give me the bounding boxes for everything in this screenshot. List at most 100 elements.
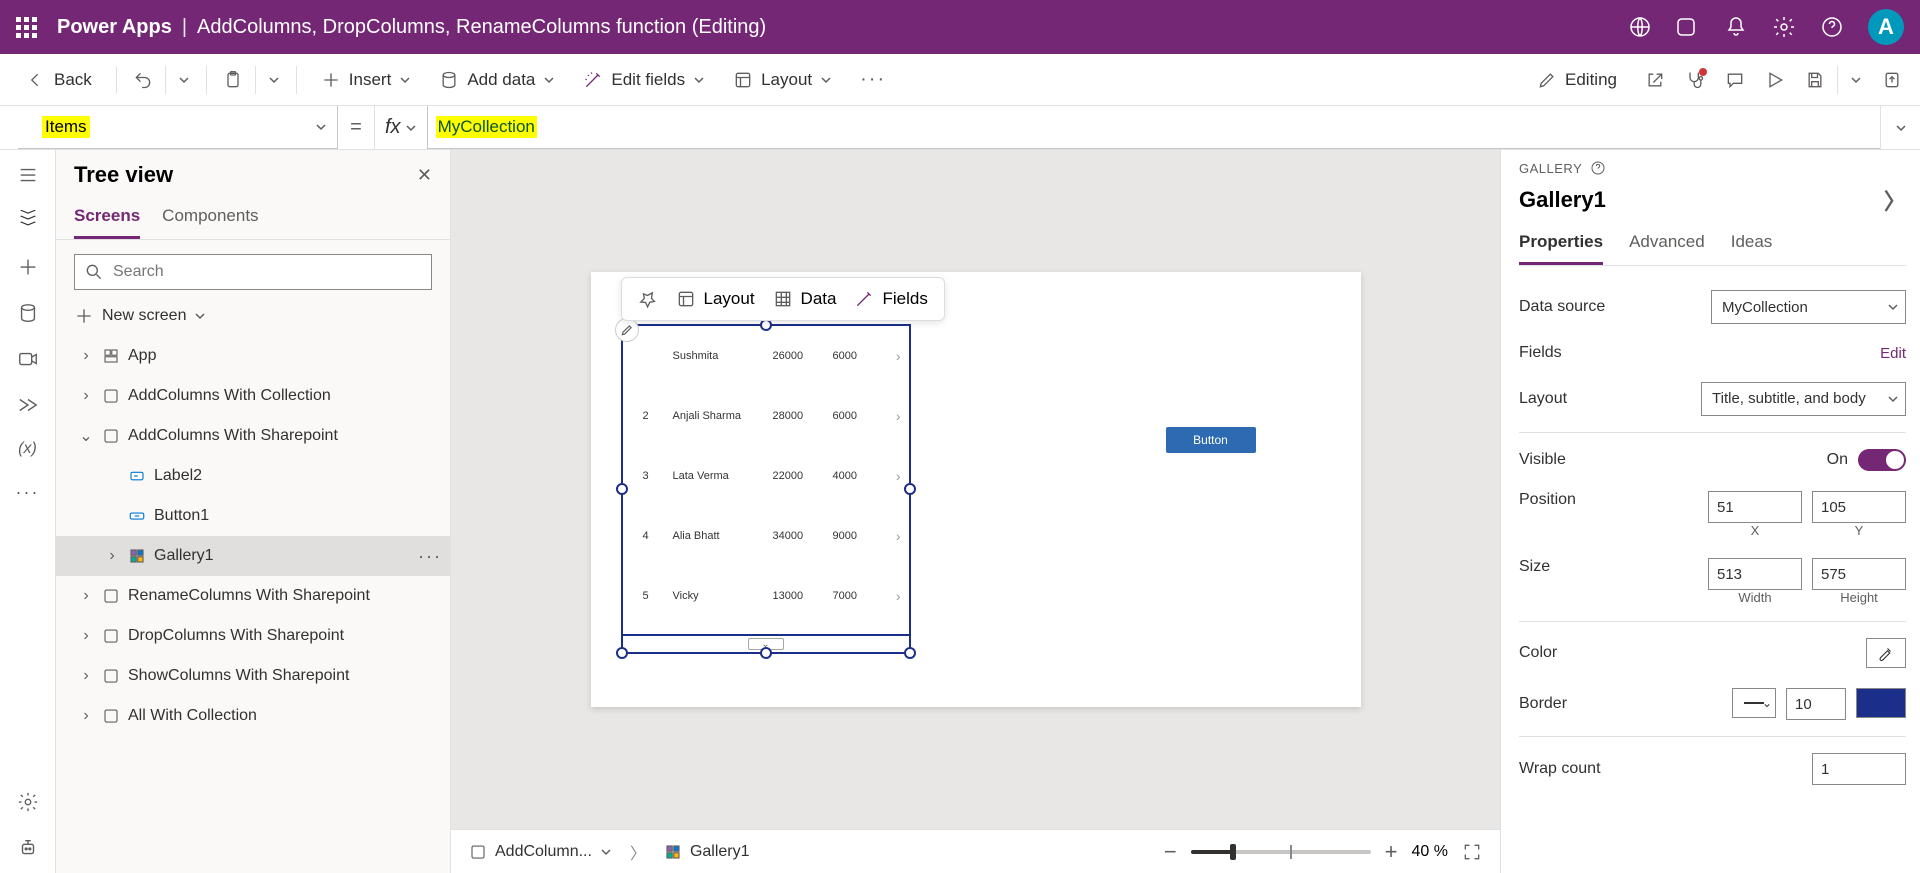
save-dropdown[interactable] <box>1850 74 1862 86</box>
tree-item[interactable]: Label2 <box>56 456 450 496</box>
back-button[interactable]: Back <box>18 64 100 96</box>
gallery-row[interactable]: Sushmita260006000› <box>623 326 909 386</box>
tree-view-icon[interactable] <box>17 210 39 232</box>
expand-formula-button[interactable] <box>1880 106 1920 149</box>
size-width-input[interactable]: 513 <box>1708 558 1802 590</box>
tree-item[interactable]: ›Gallery1··· <box>56 536 450 576</box>
insert-button[interactable]: Insert <box>313 64 420 96</box>
preview-icon[interactable] <box>1765 70 1785 90</box>
undo-icon[interactable] <box>133 70 153 90</box>
control-name[interactable]: Gallery1 <box>1519 187 1606 213</box>
breadcrumb-screen[interactable]: AddColumn... <box>469 843 612 861</box>
contextual-layout-button[interactable]: Layout <box>676 289 755 309</box>
new-screen-button[interactable]: New screen <box>56 300 450 336</box>
gallery-row[interactable]: 4Alia Bhatt340009000› <box>623 506 909 566</box>
virtual-agent-icon[interactable] <box>17 837 39 859</box>
tab-screens[interactable]: Screens <box>74 200 140 239</box>
gallery-row[interactable]: 5Vicky130007000› <box>623 566 909 626</box>
zoom-slider[interactable] <box>1191 850 1371 854</box>
wrap-count-input[interactable]: 1 <box>1812 753 1906 785</box>
resize-handle[interactable] <box>616 647 628 659</box>
property-selector[interactable]: Items <box>18 106 338 149</box>
insert-rail-icon[interactable] <box>17 256 39 278</box>
resize-handle[interactable] <box>616 483 628 495</box>
tree-item[interactable]: ›ShowColumns With Sharepoint <box>56 656 450 696</box>
border-width-input[interactable]: 10 <box>1786 688 1846 720</box>
settings-rail-icon[interactable] <box>17 791 39 813</box>
paste-dropdown[interactable] <box>268 74 280 86</box>
gallery-row[interactable]: 3Lata Verma220004000› <box>623 446 909 506</box>
publish-icon[interactable] <box>1882 70 1902 90</box>
app-launcher-icon[interactable] <box>16 17 37 38</box>
breadcrumb-control[interactable]: Gallery1 <box>664 843 750 861</box>
expand-panel-icon[interactable]: 〉 <box>1884 184 1906 216</box>
help-icon[interactable] <box>1820 15 1844 39</box>
avatar[interactable]: A <box>1868 9 1904 45</box>
position-y-input[interactable]: 105 <box>1812 491 1906 523</box>
resize-handle[interactable] <box>760 647 772 659</box>
formula-input[interactable]: MyCollection <box>427 106 1880 149</box>
color-picker[interactable] <box>1866 638 1906 668</box>
resize-handle[interactable] <box>904 647 916 659</box>
paste-icon[interactable] <box>223 70 243 90</box>
environment-icon[interactable] <box>1628 15 1652 39</box>
editing-mode-button[interactable]: Editing <box>1529 64 1625 96</box>
canvas[interactable]: Layout Data Fields <box>451 150 1500 829</box>
tab-advanced[interactable]: Advanced <box>1629 226 1705 265</box>
gallery-row[interactable]: 2Anjali Sharma280006000› <box>623 386 909 446</box>
chevron-down-icon <box>315 121 327 133</box>
border-style-select[interactable]: ⌄ <box>1732 688 1776 718</box>
resize-handle[interactable] <box>904 483 916 495</box>
hamburger-icon[interactable] <box>17 164 39 186</box>
tree-item[interactable]: ›All With Collection <box>56 696 450 736</box>
more-rail-icon[interactable]: ··· <box>16 482 40 503</box>
visible-toggle[interactable] <box>1858 449 1906 471</box>
tree-item[interactable]: ⌄AddColumns With Sharepoint <box>56 416 450 456</box>
fit-to-screen-icon[interactable] <box>1462 842 1482 862</box>
border-color-picker[interactable] <box>1856 688 1906 718</box>
zoom-in-button[interactable]: + <box>1385 839 1398 865</box>
close-tree-button[interactable]: ✕ <box>417 165 432 186</box>
layout-select[interactable]: Title, subtitle, and body <box>1701 382 1906 416</box>
contextual-data-button[interactable]: Data <box>773 289 837 309</box>
data-source-select[interactable]: MyCollection <box>1711 290 1906 324</box>
settings-icon[interactable] <box>1772 15 1796 39</box>
data-rail-icon[interactable] <box>17 302 39 324</box>
tab-ideas[interactable]: Ideas <box>1731 226 1773 265</box>
share-icon[interactable] <box>1645 70 1665 90</box>
media-rail-icon[interactable] <box>17 348 39 370</box>
more-commands[interactable]: ··· <box>852 62 894 97</box>
copilot-icon[interactable] <box>1676 15 1700 39</box>
item-more-icon[interactable]: ··· <box>418 546 442 567</box>
tree-item[interactable]: ›RenameColumns With Sharepoint <box>56 576 450 616</box>
variables-icon[interactable]: (x) <box>18 440 37 458</box>
chevron-down-icon <box>405 122 417 134</box>
tree-item[interactable]: ›DropColumns With Sharepoint <box>56 616 450 656</box>
tab-properties[interactable]: Properties <box>1519 226 1603 265</box>
tree-item[interactable]: ›App <box>56 336 450 376</box>
contextual-fields-button[interactable]: Fields <box>854 289 927 309</box>
pin-icon[interactable] <box>638 289 658 309</box>
fields-edit-link[interactable]: Edit <box>1880 345 1906 362</box>
comments-icon[interactable] <box>1725 70 1745 90</box>
app-checker-button[interactable] <box>1685 70 1705 90</box>
tab-components[interactable]: Components <box>162 200 258 239</box>
canvas-button-control[interactable]: Button <box>1166 427 1256 453</box>
tree-item[interactable]: ›AddColumns With Collection <box>56 376 450 416</box>
tree-item[interactable]: Button1 <box>56 496 450 536</box>
notifications-icon[interactable] <box>1724 15 1748 39</box>
edit-fields-button[interactable]: Edit fields <box>575 64 713 96</box>
position-x-input[interactable]: 51 <box>1708 491 1802 523</box>
tree-search-input[interactable] <box>74 254 432 290</box>
info-icon[interactable] <box>1590 160 1606 176</box>
gallery-control[interactable]: Sushmita260006000›2Anjali Sharma28000600… <box>621 324 911 654</box>
layout-button[interactable]: Layout <box>725 64 840 96</box>
fx-button[interactable]: fx <box>374 106 427 149</box>
size-height-input[interactable]: 575 <box>1812 558 1906 590</box>
edit-pencil-icon[interactable] <box>615 318 639 342</box>
save-icon[interactable] <box>1805 70 1825 90</box>
zoom-out-button[interactable]: − <box>1164 839 1177 865</box>
undo-history-dropdown[interactable] <box>178 74 190 86</box>
power-automate-icon[interactable] <box>17 394 39 416</box>
add-data-button[interactable]: Add data <box>431 64 563 96</box>
